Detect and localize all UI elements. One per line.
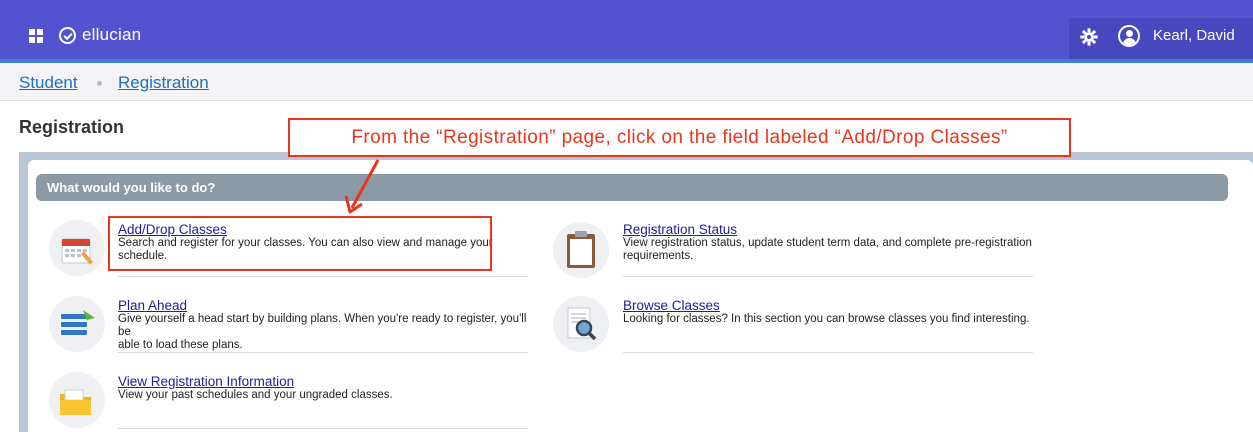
registration-status-desc-line-2: requirements. bbox=[623, 250, 694, 262]
view-registration-information-description: View your past schedules and your ungrad… bbox=[118, 389, 528, 402]
clipboard-icon bbox=[553, 222, 609, 278]
item-divider bbox=[623, 352, 1033, 353]
item-divider bbox=[118, 428, 528, 429]
breadcrumb: Student Registration bbox=[0, 63, 1253, 101]
breadcrumb-separator bbox=[97, 81, 102, 86]
item-divider bbox=[118, 352, 528, 353]
section-title: What would you like to do? bbox=[47, 180, 216, 195]
registration-status-description: View registration status, update student… bbox=[623, 237, 1033, 263]
plan-ahead-link[interactable]: Plan Ahead bbox=[118, 298, 187, 313]
registration-status-desc-line-1: View registration status, update student… bbox=[623, 237, 1032, 249]
browse-classes-link[interactable]: Browse Classes bbox=[623, 298, 720, 313]
page-title: Registration bbox=[19, 117, 125, 137]
folder-icon bbox=[49, 372, 105, 428]
magnifier-icon bbox=[553, 296, 609, 352]
view-registration-information-desc-line-1: View your past schedules and your ungrad… bbox=[118, 389, 393, 401]
plan-ahead-desc-line-1: Give yourself a head start by building p… bbox=[118, 313, 527, 338]
plan-ahead-description: Give yourself a head start by building p… bbox=[118, 313, 528, 352]
brand-logo[interactable]: ellucian bbox=[59, 22, 141, 48]
ellucian-logo-icon bbox=[59, 26, 76, 44]
brand-name: ellucian bbox=[82, 25, 142, 44]
breadcrumb-registration-link[interactable]: Registration bbox=[118, 73, 209, 93]
breadcrumb-student-link[interactable]: Student bbox=[19, 73, 78, 93]
gear-icon[interactable] bbox=[1080, 28, 1098, 46]
view-registration-information-link[interactable]: View Registration Information bbox=[118, 374, 294, 389]
instruction-text: From the “Registration” page, click on t… bbox=[351, 126, 1008, 148]
browse-classes-desc-line-1: Looking for classes? In this section you… bbox=[623, 313, 1030, 325]
top-bar bbox=[0, 0, 1253, 59]
calendar-icon bbox=[49, 220, 105, 276]
registration-status-link[interactable]: Registration Status bbox=[623, 222, 737, 237]
browse-classes-description: Looking for classes? In this section you… bbox=[623, 313, 1033, 326]
user-avatar-icon[interactable] bbox=[1118, 25, 1140, 47]
add-drop-highlight-box bbox=[108, 216, 492, 271]
item-divider bbox=[118, 276, 528, 277]
item-divider bbox=[623, 276, 1033, 277]
annotation-arrow-icon bbox=[344, 159, 380, 214]
user-name[interactable]: Kearl, David bbox=[1153, 27, 1235, 44]
instruction-callout: From the “Registration” page, click on t… bbox=[288, 118, 1071, 157]
list-icon bbox=[49, 296, 105, 352]
app-grid-icon[interactable] bbox=[29, 29, 43, 43]
plan-ahead-desc-line-2: able to load these plans. bbox=[118, 339, 243, 351]
